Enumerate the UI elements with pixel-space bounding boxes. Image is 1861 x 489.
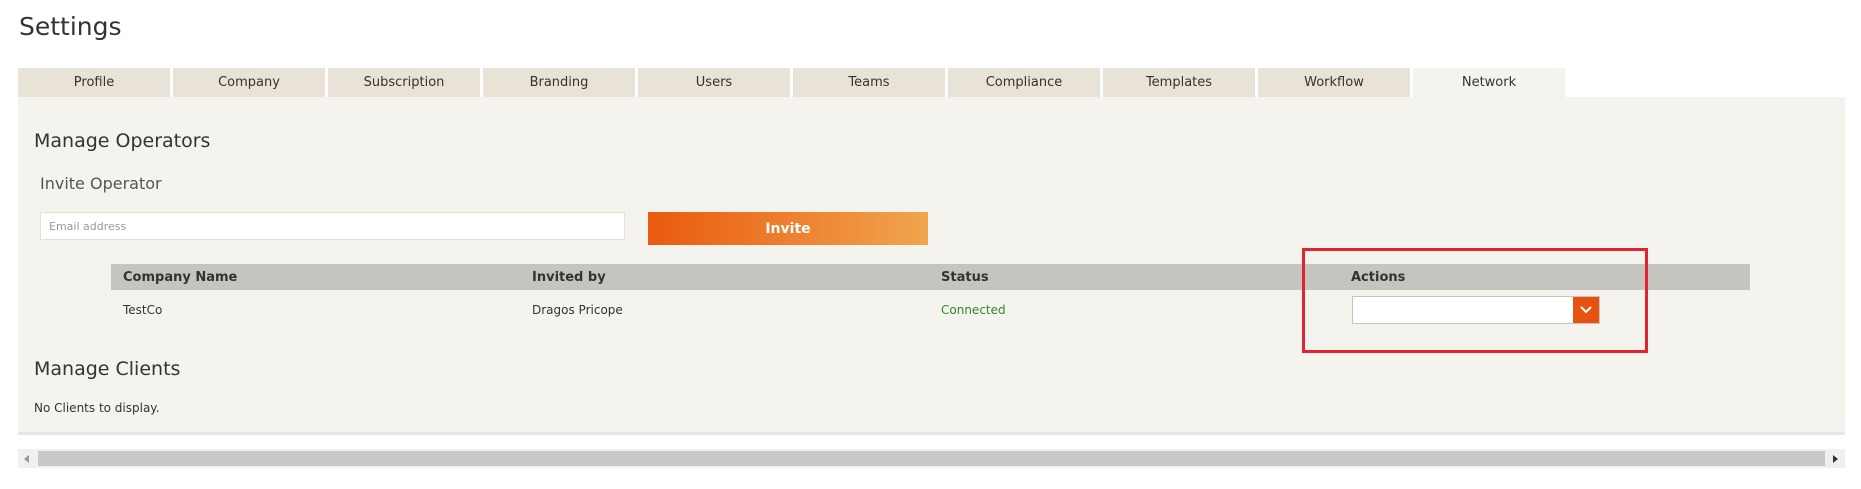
tab-compliance[interactable]: Compliance <box>948 68 1100 97</box>
arrow-right-icon[interactable] <box>1827 449 1845 468</box>
cell-company-name: TestCo <box>123 303 163 317</box>
page-title: Settings <box>19 12 122 41</box>
tab-network[interactable]: Network <box>1413 68 1565 97</box>
tab-workflow[interactable]: Workflow <box>1258 68 1410 97</box>
tab-teams[interactable]: Teams <box>793 68 945 97</box>
tab-subscription[interactable]: Subscription <box>328 68 480 97</box>
settings-tabs: Profile Company Subscription Branding Us… <box>18 68 1568 97</box>
invite-button[interactable]: Invite <box>648 212 928 245</box>
column-header-company-name: Company Name <box>123 269 238 285</box>
chevron-down-icon[interactable] <box>1573 297 1599 323</box>
divider <box>18 432 1845 435</box>
tab-profile[interactable]: Profile <box>18 68 170 97</box>
operators-table-header: Company Name Invited by Status Actions <box>111 264 1750 290</box>
tab-templates[interactable]: Templates <box>1103 68 1255 97</box>
tab-branding[interactable]: Branding <box>483 68 635 97</box>
status-badge: Connected <box>941 303 1006 317</box>
email-input[interactable] <box>40 212 625 240</box>
no-clients-message: No Clients to display. <box>34 401 160 415</box>
column-header-status: Status <box>941 269 989 285</box>
tab-users[interactable]: Users <box>638 68 790 97</box>
horizontal-scrollbar[interactable] <box>18 449 1845 468</box>
actions-dropdown[interactable] <box>1352 296 1600 324</box>
manage-clients-title: Manage Clients <box>34 358 181 380</box>
column-header-actions: Actions <box>1351 269 1406 285</box>
tab-company[interactable]: Company <box>173 68 325 97</box>
column-header-invited-by: Invited by <box>532 269 606 285</box>
cell-invited-by: Dragos Pricope <box>532 303 623 317</box>
manage-operators-title: Manage Operators <box>34 130 211 152</box>
arrow-left-icon[interactable] <box>18 449 36 468</box>
scrollbar-thumb[interactable] <box>38 451 1825 466</box>
invite-operator-title: Invite Operator <box>40 174 162 193</box>
